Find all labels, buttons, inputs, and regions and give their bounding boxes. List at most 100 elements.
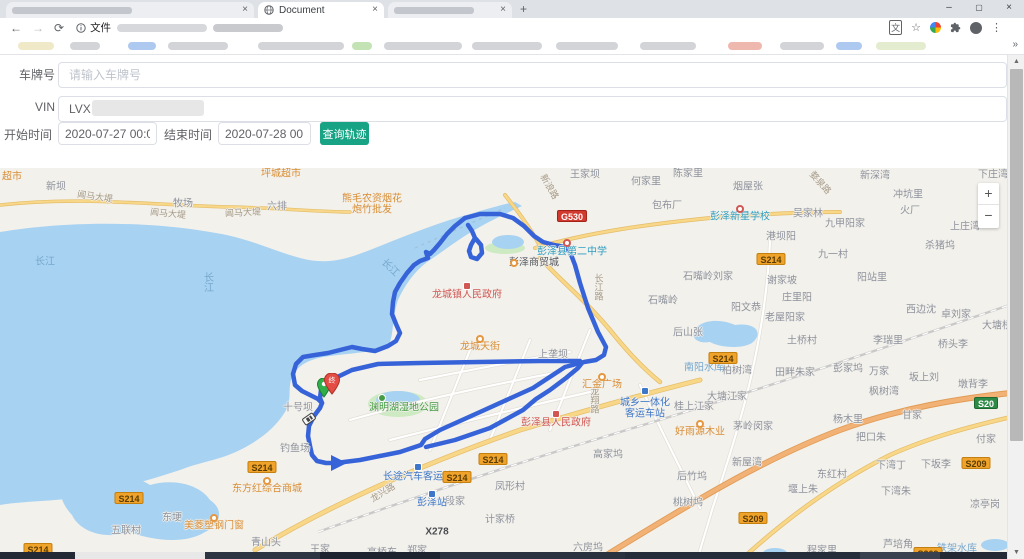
map-label: 芦培角 bbox=[883, 540, 913, 551]
bookmark-star-icon[interactable]: ☆ bbox=[911, 21, 921, 34]
map-label: 青山头 bbox=[251, 538, 281, 549]
map-label: 石嘴岭 bbox=[648, 296, 678, 307]
bookmark-item[interactable] bbox=[258, 42, 344, 50]
window-minimize-button[interactable]: – bbox=[934, 0, 964, 17]
bookmark-item[interactable] bbox=[168, 42, 228, 50]
map-label: 枫树湾 bbox=[869, 387, 899, 398]
bookmark-item[interactable] bbox=[836, 42, 862, 50]
trajectory-segment bbox=[468, 225, 482, 259]
vertical-scrollbar[interactable]: ▲ ▼ bbox=[1007, 55, 1024, 559]
bookmark-item[interactable] bbox=[780, 42, 824, 50]
taskbar-block bbox=[320, 552, 440, 559]
tab-close-icon[interactable]: × bbox=[500, 5, 506, 15]
map-label: 五联村 bbox=[111, 526, 141, 537]
bookmark-item[interactable] bbox=[472, 42, 542, 50]
zoom-in-button[interactable]: + bbox=[978, 183, 999, 205]
window-close-button[interactable]: × bbox=[994, 0, 1024, 17]
map-label: 后竹坞 bbox=[677, 472, 707, 483]
map-label: 龙翔路 bbox=[589, 387, 600, 414]
bookmark-item[interactable] bbox=[640, 42, 696, 50]
map-label: 后山张 bbox=[673, 328, 703, 339]
map-label: 新屋湾 bbox=[732, 458, 762, 469]
tab-close-icon[interactable]: × bbox=[242, 5, 248, 15]
extension-logo-icon[interactable] bbox=[930, 22, 941, 33]
map-label: 龙城天街 bbox=[460, 342, 500, 353]
toolbar-icons: 文 ☆ ⋮ bbox=[889, 20, 1002, 35]
blurred-tab-title bbox=[12, 7, 132, 14]
map-label: 长江 bbox=[202, 272, 213, 292]
map-label: 甘家 bbox=[902, 411, 922, 422]
end-marker-pin[interactable]: 终 bbox=[324, 373, 340, 395]
map-label: 卓刘家 bbox=[941, 310, 971, 321]
road-shield: S214 bbox=[247, 461, 276, 473]
map-label: 冲坑里 bbox=[893, 190, 923, 201]
bookmarks-bar: » bbox=[0, 37, 1024, 55]
bookmark-item[interactable] bbox=[18, 42, 54, 50]
profile-avatar[interactable] bbox=[970, 22, 982, 34]
map-label: 高家坞 bbox=[593, 450, 623, 461]
bookmark-item[interactable] bbox=[876, 42, 926, 50]
tab-close-icon[interactable]: × bbox=[372, 5, 378, 15]
query-track-button[interactable]: 查询轨迹 bbox=[320, 122, 369, 145]
map-label: X278 bbox=[425, 527, 448, 538]
road-shield: S214 bbox=[478, 453, 507, 465]
scrollbar-thumb[interactable] bbox=[1010, 69, 1023, 441]
reload-icon[interactable]: ⟳ bbox=[54, 21, 64, 35]
map-label: 炮竹批发 bbox=[352, 205, 392, 216]
bookmark-item[interactable] bbox=[70, 42, 100, 50]
scroll-up-icon[interactable]: ▲ bbox=[1008, 55, 1024, 68]
translate-icon[interactable]: 文 bbox=[889, 20, 902, 35]
window-maximize-button[interactable]: ▢ bbox=[964, 0, 994, 17]
map-label: 烟屋张 bbox=[733, 182, 763, 193]
browser-menu-icon[interactable]: ⋮ bbox=[991, 21, 1002, 34]
map-label: 长江路 bbox=[593, 274, 604, 301]
scroll-down-icon[interactable]: ▼ bbox=[1008, 546, 1024, 559]
map-label: 火厂 bbox=[900, 206, 920, 217]
zoom-out-button[interactable]: − bbox=[978, 205, 999, 227]
extensions-puzzle-icon[interactable] bbox=[950, 22, 961, 33]
svg-text:终: 终 bbox=[329, 376, 336, 385]
bookmarks-overflow-icon[interactable]: » bbox=[1012, 39, 1018, 50]
bottom-bar bbox=[0, 552, 1024, 559]
browser-tab-document[interactable]: Document × bbox=[258, 2, 384, 18]
map-label: 堰上朱 bbox=[788, 485, 818, 496]
map-label: 桃树坞 bbox=[673, 498, 703, 509]
start-time-input[interactable] bbox=[58, 122, 157, 145]
browser-tab-3[interactable]: × bbox=[388, 2, 512, 18]
bookmark-item[interactable] bbox=[556, 42, 618, 50]
url-text: 文件 bbox=[90, 20, 111, 35]
vin-redaction bbox=[92, 100, 204, 116]
map-label: 石嘴岭刘家 bbox=[683, 272, 733, 283]
forward-icon[interactable]: → bbox=[32, 21, 44, 35]
map-label: 六排 bbox=[267, 202, 287, 213]
map-label: 新坝 bbox=[46, 182, 66, 193]
map-label: 坪城超市 bbox=[261, 169, 301, 180]
map-label: 阊马大堤 bbox=[225, 207, 262, 220]
bookmark-item[interactable] bbox=[352, 42, 372, 50]
end-time-input[interactable] bbox=[218, 122, 311, 145]
back-icon[interactable]: ← bbox=[10, 21, 22, 35]
map-label: 柏树湾 bbox=[722, 366, 752, 377]
browser-tab-1[interactable]: × bbox=[6, 2, 254, 18]
map-label: 港坝阳 bbox=[766, 232, 796, 243]
map-label: 凉亭岗 bbox=[970, 500, 1000, 511]
map-label: 九一村 bbox=[818, 250, 848, 261]
map-label: 汇金广场 bbox=[582, 380, 622, 391]
taskbar-block bbox=[205, 552, 320, 559]
new-tab-button[interactable]: + bbox=[520, 2, 527, 16]
plate-input[interactable] bbox=[58, 62, 1007, 88]
map-canvas[interactable]: 超市坪城超市新坝牧场六排阊马大堤阊马大堤阊马大堤熊毛农资烟花炮竹批发长江长江长江… bbox=[0, 168, 1024, 559]
map-label: 十号坝 bbox=[283, 403, 313, 414]
map-label: 阳文恭 bbox=[731, 303, 761, 314]
bookmark-item[interactable] bbox=[728, 42, 762, 50]
map-label: 新深湾 bbox=[860, 171, 890, 182]
bookmark-item[interactable] bbox=[384, 42, 462, 50]
bookmark-item[interactable] bbox=[128, 42, 156, 50]
blurred-url bbox=[213, 24, 283, 32]
map-label: 陈家里 bbox=[673, 169, 703, 180]
end-time-label: 结束时间 bbox=[160, 126, 212, 143]
map-label: 龙城镇人民政府 bbox=[432, 290, 502, 301]
map-label: 彭泽县第二中学 bbox=[537, 247, 607, 258]
address-bar[interactable]: 文件 bbox=[76, 20, 283, 35]
map-label: 超市 bbox=[2, 172, 22, 183]
